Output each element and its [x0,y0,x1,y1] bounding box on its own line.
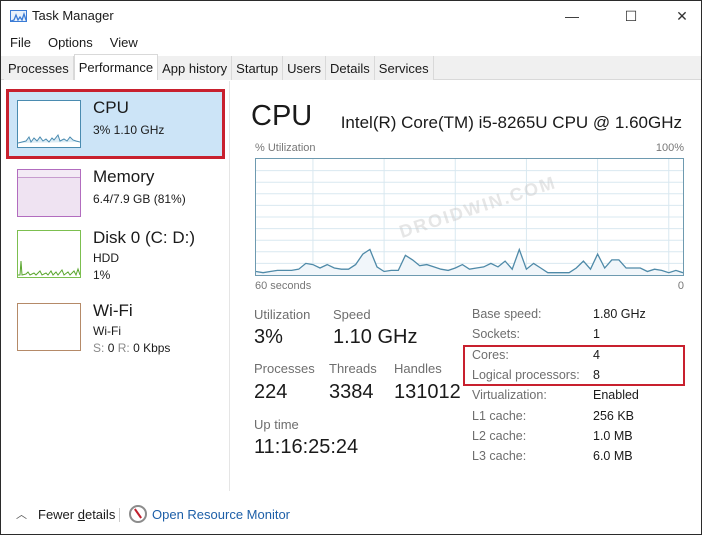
threads-value: 3384 [329,381,374,403]
utilization-value: 3% [254,326,283,348]
processes-label: Processes [254,361,315,376]
threads-label: Threads [329,361,377,376]
close-icon: ✕ [676,7,688,24]
memory-thumbnail-graph [17,169,81,217]
spec-value: 1.0 MB [593,429,633,443]
spec-label: L3 cache: [472,449,527,463]
menu-bar: File Options View [1,32,701,54]
handles-label: Handles [394,361,442,376]
tab-performance[interactable]: Performance [73,54,159,80]
fewer-details-text: Fewer [38,507,78,522]
memory-title: Memory [93,167,155,186]
cpu-detail-panel: CPU Intel(R) Core(TM) i5-8265U CPU @ 1.6… [232,81,702,491]
cpu-summary: 3% 1.10 GHz [93,123,165,137]
task-manager-app-icon [10,10,27,22]
spec-label: Base speed: [472,307,542,321]
spec-label: L2 cache: [472,429,527,443]
memory-summary: 6.4/7.9 GB (81%) [93,192,186,206]
spec-value: 8 [593,368,600,382]
tab-users[interactable]: Users [283,56,327,80]
cpu-thumbnail-graph [17,100,81,148]
wifi-throughput: S: 0 R: 0 Kbps [93,341,170,355]
spec-label: Virtualization: [472,388,547,402]
handles-value: 131012 [394,381,461,403]
task-manager-window: Task Manager — ☐ ✕ File Options View Pro… [0,0,702,535]
fewer-details-link[interactable]: Fewer details [38,507,115,522]
cpu-utilization-chart [256,159,683,275]
resource-sidebar: CPU 3% 1.10 GHz Memory 6.4/7.9 GB (81%) … [1,81,230,491]
wifi-thumbnail-graph [17,303,81,351]
cpu-utilization-area [256,249,683,275]
wifi-adapter: Wi-Fi [93,324,121,338]
disk-title: Disk 0 (C: D:) [93,228,195,247]
minimize-button[interactable]: — [549,1,595,31]
sidebar-item-memory[interactable]: Memory 6.4/7.9 GB (81%) [8,160,223,226]
open-resource-monitor-link[interactable]: Open Resource Monitor [152,507,290,522]
cpu-utilization-graph: DROIDWIN.COM [255,158,684,276]
wifi-receive-value: 0 Kbps [133,341,171,355]
graph-y-axis-label: % Utilization [255,142,316,154]
fewer-details-accesskey: d [77,507,85,522]
wifi-send-label: S: [93,341,105,355]
tab-processes[interactable]: Processes [4,56,74,80]
sidebar-item-cpu[interactable]: CPU 3% 1.10 GHz [6,89,225,159]
spec-label: Cores: [472,348,509,362]
graph-x-axis-label: 60 seconds [255,280,312,292]
tab-startup[interactable]: Startup [232,56,284,80]
chevron-up-icon[interactable]: ︿ [16,506,27,522]
minimize-icon: — [565,8,579,24]
sidebar-item-disk[interactable]: Disk 0 (C: D:) HDD 1% [8,221,223,287]
tab-services[interactable]: Services [374,56,434,80]
spec-label: L1 cache: [472,409,527,423]
graph-y-max-label: 100% [655,142,684,154]
fewer-details-text-end: etails [84,507,116,522]
processes-value: 224 [254,381,288,403]
disk-usage: 1% [93,268,111,282]
disk-type: HDD [93,251,119,265]
wifi-send-value: 0 [107,341,115,355]
uptime-label: Up time [254,417,299,432]
menu-options[interactable]: Options [39,32,101,54]
menu-file[interactable]: File [1,32,39,54]
close-button[interactable]: ✕ [659,1,702,31]
wifi-title: Wi-Fi [93,301,133,320]
resource-monitor-icon[interactable] [129,505,147,523]
wifi-receive-label: R: [117,341,130,355]
graph-x-min-label: 0 [677,280,684,292]
disk-thumbnail-graph [17,230,81,278]
spec-value: 1.80 GHz [593,307,646,321]
footer-divider [119,508,120,522]
title-bar[interactable]: Task Manager — ☐ ✕ [1,1,701,31]
spec-value: 4 [593,348,600,362]
utilization-label: Utilization [254,307,311,322]
menu-view[interactable]: View [101,32,146,54]
spec-value: 1 [593,327,600,341]
cpu-heading: CPU [251,100,313,132]
footer-bar: ︿ Fewer details Open Resource Monitor [1,496,701,534]
window-title: Task Manager [32,8,114,23]
tab-app-history[interactable]: App history [158,56,233,80]
spec-value: 256 KB [593,409,635,423]
maximize-icon: ☐ [624,7,638,24]
cpu-title: CPU [93,98,129,117]
spec-value: Enabled [593,388,639,402]
speed-value: 1.10 GHz [333,326,418,348]
uptime-value: 11:16:25:24 [254,436,359,458]
spec-label: Logical processors: [472,368,580,382]
speed-label: Speed [333,307,371,322]
tab-details[interactable]: Details [326,56,375,80]
cpu-model-name: Intel(R) Core(TM) i5-8265U CPU @ 1.60GHz [340,113,682,132]
sidebar-item-wifi[interactable]: Wi-Fi Wi-Fi S: 0 R: 0 Kbps [8,294,223,360]
spec-value: 6.0 MB [593,449,633,463]
tab-bar: Processes Performance App history Startu… [1,54,701,80]
maximize-button[interactable]: ☐ [608,1,654,31]
spec-label: Sockets: [472,327,520,341]
